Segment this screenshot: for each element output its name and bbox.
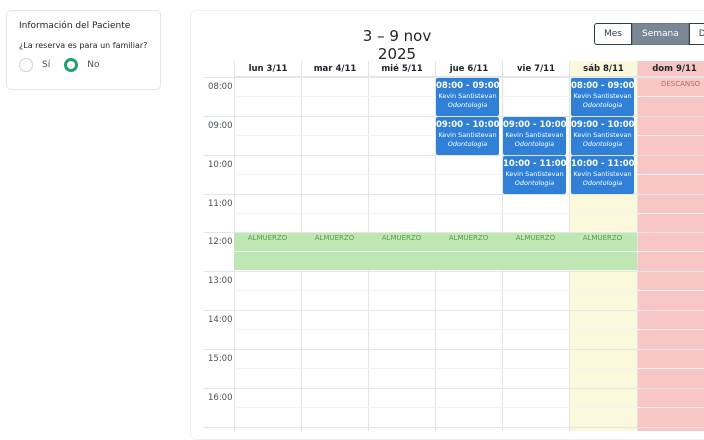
hour-line [204, 271, 704, 272]
radio-si[interactable] [19, 58, 33, 72]
hour-line [204, 310, 704, 311]
sunday-rest-label: DESCANSO [660, 80, 701, 88]
event-patient-name: Kevin Santistevan [438, 131, 497, 139]
lunch-label: ALMUERZO [381, 234, 422, 242]
lunch-label: ALMUERZO [515, 234, 556, 242]
event-patient-name: Kevin Santistevan [573, 131, 632, 139]
appointment-event[interactable]: 08:00 - 09:00 Kevin Santistevan Odontolo… [436, 78, 499, 116]
event-patient-name: Kevin Santistevan [505, 170, 564, 178]
appointment-event[interactable]: 09:00 - 10:00 Kevin Santistevan Odontolo… [436, 117, 499, 155]
time-label: 08:00 [208, 82, 233, 92]
lunch-label: ALMUERZO [582, 234, 623, 242]
patient-info-card: Información del Paciente ¿La reserva es … [6, 10, 161, 90]
event-time: 09:00 - 10:00 [571, 120, 634, 130]
view-switcher: Mes Semana Día [594, 23, 704, 45]
hour-line [204, 427, 704, 428]
event-time: 08:00 - 09:00 [436, 81, 499, 91]
hour-line [204, 388, 704, 389]
event-patient-name: Kevin Santistevan [505, 131, 564, 139]
event-patient-name: Kevin Santistevan [573, 92, 632, 100]
time-label: 14:00 [208, 315, 233, 325]
time-label: 09:00 [208, 121, 233, 131]
half-hour-line [234, 329, 704, 330]
hour-line [204, 349, 704, 350]
event-specialty: Odontologia [447, 140, 488, 148]
event-specialty: Odontologia [582, 101, 623, 109]
half-hour-line [234, 407, 704, 408]
calendar-panel: 3 – 9 nov 2025 Mes Semana Día lun 3/11 m… [190, 10, 704, 440]
radio-no-label[interactable]: No [87, 60, 99, 70]
day-header: sáb 8/11 [570, 61, 637, 77]
view-month-button[interactable]: Mes [594, 23, 632, 45]
event-specialty: Odontologia [447, 101, 488, 109]
appointment-event[interactable]: 09:00 - 10:00 Kevin Santistevan Odontolo… [571, 117, 634, 155]
radio-si-label[interactable]: Sí [42, 60, 50, 70]
event-time: 08:00 - 09:00 [571, 81, 634, 91]
family-question: ¿La reserva es para un familiar? [19, 41, 148, 50]
time-label: 11:00 [208, 199, 233, 209]
half-hour-line [234, 251, 704, 252]
day-header: jue 6/11 [436, 61, 502, 77]
event-specialty: Odontologia [582, 179, 623, 187]
lunch-label: ALMUERZO [247, 234, 288, 242]
appointment-event[interactable]: 10:00 - 11:00 Kevin Santistevan Odontolo… [503, 156, 566, 194]
event-specialty: Odontologia [514, 179, 555, 187]
time-label: 16:00 [208, 393, 233, 403]
time-label: 15:00 [208, 354, 233, 364]
appointment-event[interactable]: 08:00 - 09:00 Kevin Santistevan Odontolo… [571, 78, 634, 116]
day-header: lun 3/11 [235, 61, 301, 77]
time-label: 12:00 [208, 237, 233, 247]
view-day-button[interactable]: Día [688, 23, 704, 45]
half-hour-line [234, 368, 704, 369]
event-time: 09:00 - 10:00 [436, 120, 499, 130]
event-specialty: Odontologia [514, 140, 555, 148]
event-patient-name: Kevin Santistevan [438, 92, 497, 100]
lunch-label: ALMUERZO [314, 234, 355, 242]
week-grid: lun 3/11 mar 4/11 mié 5/11 jue 6/11 vie … [204, 61, 704, 431]
day-header: vie 7/11 [503, 61, 569, 77]
event-time: 10:00 - 11:00 [571, 159, 634, 169]
day-header: mar 4/11 [302, 61, 368, 77]
view-week-button[interactable]: Semana [632, 23, 689, 45]
event-time: 09:00 - 10:00 [503, 120, 566, 130]
radio-no[interactable] [64, 58, 79, 72]
time-label: 13:00 [208, 276, 233, 286]
half-hour-line [234, 290, 704, 291]
hour-line [204, 232, 704, 233]
hour-line [204, 194, 704, 195]
calendar-title: 3 – 9 nov 2025 [362, 27, 432, 63]
day-header: dom 9/11 [638, 61, 704, 77]
event-time: 10:00 - 11:00 [503, 159, 566, 169]
appointment-event[interactable]: 10:00 - 11:00 Kevin Santistevan Odontolo… [571, 156, 634, 194]
patient-info-title: Información del Paciente [19, 21, 131, 31]
event-specialty: Odontologia [582, 140, 623, 148]
time-label: 10:00 [208, 160, 233, 170]
lunch-label: ALMUERZO [448, 234, 489, 242]
day-header: mié 5/11 [369, 61, 435, 77]
event-patient-name: Kevin Santistevan [573, 170, 632, 178]
family-radio-group: Sí No [19, 58, 148, 72]
half-hour-line [234, 213, 704, 214]
appointment-event[interactable]: 09:00 - 10:00 Kevin Santistevan Odontolo… [503, 117, 566, 155]
